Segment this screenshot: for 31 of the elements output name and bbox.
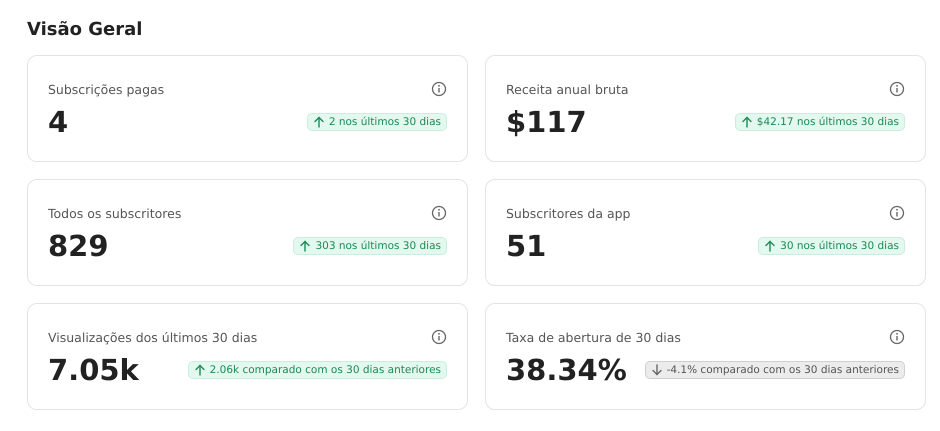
arrow-up-icon: [312, 116, 325, 128]
change-badge: -4.1% comparado com os 30 dias anteriores: [644, 361, 905, 379]
change-badge: 303 nos últimos 30 dias: [293, 237, 447, 255]
info-icon[interactable]: [431, 205, 447, 221]
stat-label: Subscritores da app: [506, 206, 630, 220]
info-icon[interactable]: [889, 81, 905, 97]
arrow-down-icon: [650, 364, 663, 376]
stat-value: $117: [506, 104, 587, 140]
stat-label: Todos os subscritores: [48, 206, 182, 220]
arrow-up-icon: [740, 116, 753, 128]
stat-label: Visualizações dos últimos 30 dias: [48, 330, 258, 344]
change-badge: $42.17 nos últimos 30 dias: [734, 113, 905, 131]
stat-value: 4: [48, 104, 68, 140]
change-badge: 2.06k comparado com os 30 dias anteriores: [188, 361, 447, 379]
info-icon[interactable]: [431, 81, 447, 97]
info-icon[interactable]: [889, 205, 905, 221]
arrow-up-icon: [194, 364, 206, 376]
stat-label: Receita anual bruta: [506, 82, 629, 96]
stat-value: 38.34%: [506, 352, 627, 388]
stat-label: Taxa de abertura de 30 dias: [506, 330, 681, 344]
change-badge: 2 nos últimos 30 dias: [306, 113, 447, 131]
change-badge: 30 nos últimos 30 dias: [758, 237, 905, 255]
section-title: Visão Geral: [27, 18, 144, 42]
arrow-up-icon: [299, 240, 312, 252]
info-icon[interactable]: [431, 329, 447, 345]
stat-value: 51: [506, 228, 546, 264]
stat-value: 829: [48, 228, 109, 264]
arrow-up-icon: [764, 240, 776, 252]
stat-value: 7.05k: [48, 352, 139, 388]
stat-label: Subscrições pagas: [48, 82, 164, 96]
info-icon[interactable]: [889, 329, 905, 345]
